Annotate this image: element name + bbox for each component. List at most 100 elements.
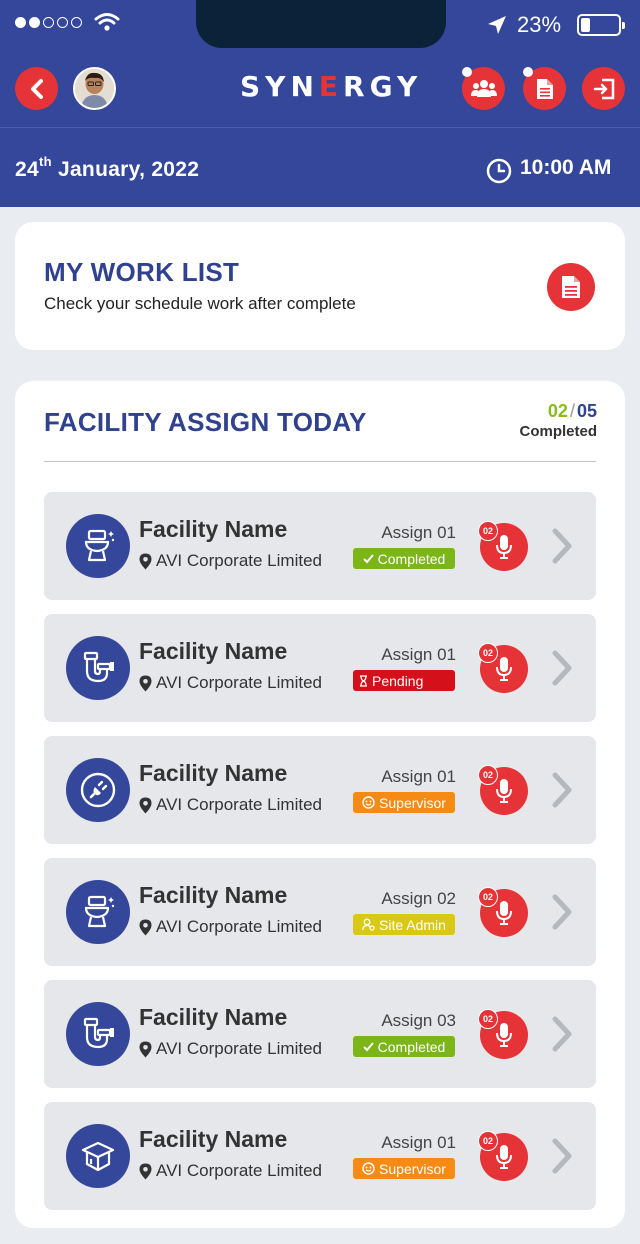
toilet-icon [66, 880, 130, 944]
voice-note-count: 02 [478, 765, 498, 785]
facility-location: AVI Corporate Limited [139, 917, 322, 937]
users-icon [470, 79, 497, 97]
map-pin-icon [139, 919, 152, 935]
map-pin-icon [139, 797, 152, 813]
divider [44, 461, 596, 462]
document-icon [536, 78, 553, 99]
chevron-right-icon[interactable] [550, 772, 574, 808]
work-list-title: MY WORK LIST [44, 257, 240, 287]
map-pin-icon [139, 553, 152, 569]
voice-note-button[interactable]: 02 [478, 1131, 528, 1181]
assign-number: Assign 01 [381, 645, 456, 664]
chevron-right-icon[interactable] [550, 1016, 574, 1052]
microphone-icon [496, 535, 512, 559]
check-icon [362, 553, 374, 564]
map-pin-icon [139, 1163, 152, 1179]
status-badge-supervisor: Supervisor [353, 1158, 455, 1179]
supervisor-icon [362, 796, 375, 809]
voice-note-count: 02 [478, 643, 498, 663]
admin-icon [362, 918, 375, 931]
facility-location: AVI Corporate Limited [139, 673, 322, 693]
microphone-icon [496, 1145, 512, 1169]
voice-note-button[interactable]: 02 [478, 1009, 528, 1059]
facility-assign-title: FACILITY ASSIGN TODAY [44, 407, 367, 437]
work-list-card[interactable]: MY WORK LIST Check your schedule work af… [15, 222, 625, 350]
facility-item[interactable]: Facility Name AVI Corporate Limited Assign… [44, 492, 596, 600]
assign-number: Assign 01 [381, 1133, 456, 1152]
box-icon [66, 1124, 130, 1188]
logout-icon [593, 78, 614, 99]
user-photo-icon [75, 69, 114, 108]
voice-note-button[interactable]: 02 [478, 643, 528, 693]
facility-assign-card: FACILITY ASSIGN TODAY 02/05 Completed Fa… [15, 381, 625, 1228]
app-header: 23% SYNERGY 24th January, 2022 10:00 AM [0, 0, 640, 207]
supervisor-icon [362, 1162, 375, 1175]
facility-location: AVI Corporate Limited [139, 795, 322, 815]
microphone-icon [496, 657, 512, 681]
status-bar: 23% [0, 0, 640, 50]
battery-percent: 23% [517, 12, 562, 37]
microphone-icon [496, 779, 512, 803]
facility-item[interactable]: Facility Name AVI Corporate Limited Assign… [44, 980, 596, 1088]
microphone-icon [496, 901, 512, 925]
chevron-right-icon[interactable] [550, 650, 574, 686]
facility-location: AVI Corporate Limited [139, 1039, 322, 1059]
chevron-right-icon[interactable] [550, 894, 574, 930]
microphone-icon [496, 1023, 512, 1047]
top-bar: SYNERGY [0, 50, 640, 128]
status-badge-completed: Completed [353, 548, 455, 569]
facility-name: Facility Name [139, 1126, 288, 1152]
location-arrow-icon [488, 16, 506, 34]
map-pin-icon [139, 675, 152, 691]
toilet-icon [66, 514, 130, 578]
current-time: 10:00 AM [520, 156, 612, 179]
status-badge-supervisor: Supervisor [353, 792, 455, 813]
facility-location: AVI Corporate Limited [139, 1161, 322, 1181]
chevron-left-icon [30, 78, 43, 99]
current-date: 24th January, 2022 [15, 154, 200, 181]
voice-note-count: 02 [478, 887, 498, 907]
check-icon [362, 1041, 374, 1052]
status-badge-completed: Completed [353, 1036, 455, 1057]
pipe-icon [66, 636, 130, 700]
signal-icon [15, 17, 82, 28]
map-pin-icon [139, 1041, 152, 1057]
status-badge-site-admin: Site Admin [353, 914, 455, 935]
documents-button[interactable] [523, 67, 566, 110]
facility-item[interactable]: Facility Name AVI Corporate Limited Assign… [44, 858, 596, 966]
facility-item[interactable]: Facility Name AVI Corporate Limited Assign… [44, 614, 596, 722]
completion-counter: 02/05 Completed [519, 401, 597, 440]
device-notch [196, 0, 446, 48]
plug-icon [66, 758, 130, 822]
voice-note-count: 02 [478, 1009, 498, 1029]
voice-note-button[interactable]: 02 [478, 521, 528, 571]
battery-icon [577, 14, 625, 36]
chevron-right-icon[interactable] [550, 1138, 574, 1174]
app-logo: SYNERGY [240, 70, 423, 103]
facility-name: Facility Name [139, 760, 288, 786]
facility-item[interactable]: Facility Name AVI Corporate Limited Assign… [44, 1102, 596, 1210]
work-list-button[interactable] [547, 263, 595, 311]
assign-number: Assign 03 [381, 1011, 456, 1030]
facility-location: AVI Corporate Limited [139, 551, 322, 571]
facility-item[interactable]: Facility Name AVI Corporate Limited Assign… [44, 736, 596, 844]
assign-number: Assign 01 [381, 767, 456, 786]
avatar[interactable] [73, 67, 116, 110]
chevron-right-icon[interactable] [550, 528, 574, 564]
pipe-icon [66, 1002, 130, 1066]
facility-name: Facility Name [139, 638, 288, 664]
facility-name: Facility Name [139, 1004, 288, 1030]
wifi-icon [94, 13, 120, 31]
back-button[interactable] [15, 67, 58, 110]
clock-icon [486, 158, 512, 184]
voice-note-button[interactable]: 02 [478, 887, 528, 937]
assign-number: Assign 01 [381, 523, 456, 542]
facility-name: Facility Name [139, 516, 288, 542]
assign-number: Assign 02 [381, 889, 456, 908]
facility-name: Facility Name [139, 882, 288, 908]
hourglass-icon [359, 674, 368, 687]
status-badge-pending: Pending [353, 670, 455, 691]
logout-button[interactable] [582, 67, 625, 110]
voice-note-button[interactable]: 02 [478, 765, 528, 815]
team-button[interactable] [462, 67, 505, 110]
